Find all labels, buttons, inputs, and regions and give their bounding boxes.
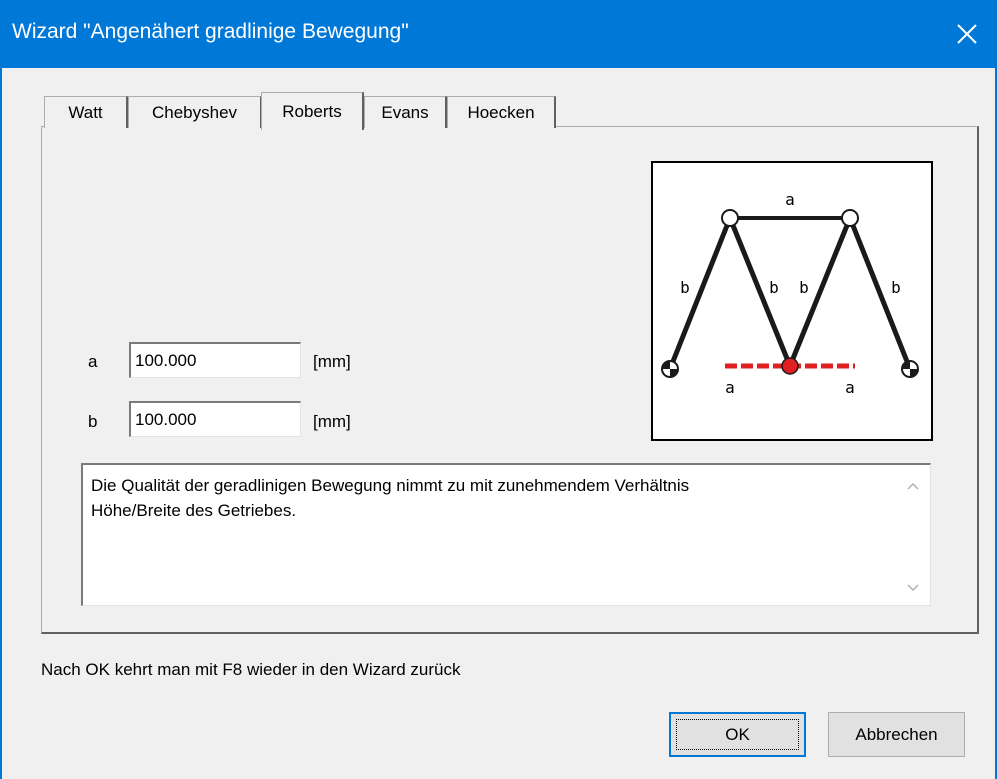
link-right <box>847 217 913 370</box>
tab-watt[interactable]: Watt <box>44 96 128 128</box>
cancel-button-label: Abbrechen <box>855 724 938 744</box>
field-b-input[interactable] <box>129 401 301 437</box>
field-b-unit: [mm] <box>313 412 351 431</box>
window-title: Wizard "Angenähert gradlinige Bewegung" <box>12 20 409 43</box>
label-bottom-a-left: a <box>725 378 735 397</box>
focus-rectangle <box>676 719 799 750</box>
tab-label: Hoecken <box>467 102 535 122</box>
label-b-1: b <box>680 278 690 297</box>
coupler-point <box>781 357 799 375</box>
joint-top-right <box>841 209 859 227</box>
window-border-left <box>0 68 2 779</box>
close-icon <box>957 24 977 44</box>
ground-pivot-left-icon <box>661 360 679 378</box>
ground-pivot-right-icon <box>901 360 919 378</box>
tab-label: Roberts <box>282 101 342 121</box>
tab-label: Watt <box>68 102 103 122</box>
link-left <box>667 217 733 370</box>
tab-roberts[interactable]: Roberts <box>261 92 364 130</box>
label-top-a: a <box>785 190 795 209</box>
scroll-up-icon[interactable] <box>905 479 921 495</box>
link-mid-left <box>727 217 793 367</box>
label-b-4: b <box>891 278 901 297</box>
memo-scrollbar[interactable] <box>896 465 930 605</box>
tab-label: Evans <box>381 102 429 122</box>
field-a-label: a <box>88 352 98 371</box>
joint-top-left <box>721 209 739 227</box>
tab-chebyshev[interactable]: Chebyshev <box>128 96 262 128</box>
field-a-unit: [mm] <box>313 352 351 371</box>
label-b-3: b <box>799 278 809 297</box>
close-button[interactable] <box>937 0 997 68</box>
memo-line-1: Die Qualität der geradlinigen Bewegung n… <box>91 476 690 495</box>
cancel-button[interactable]: Abbrechen <box>828 712 965 757</box>
memo-line-2: Höhe/Breite des Getriebes. <box>91 501 297 520</box>
tab-hoecken[interactable]: Hoecken <box>447 96 556 128</box>
tab-label: Chebyshev <box>151 102 238 122</box>
field-a-input[interactable] <box>129 342 301 378</box>
linkage-svg: a b b b b a a <box>661 190 919 397</box>
label-b-2: b <box>769 278 779 297</box>
label-bottom-a-right: a <box>845 378 855 397</box>
hint-text: Nach OK kehrt man mit F8 wieder in den W… <box>41 660 461 679</box>
memo-text: Die Qualität der geradlinigen Bewegung n… <box>91 473 891 523</box>
description-memo[interactable]: Die Qualität der geradlinigen Bewegung n… <box>81 463 931 606</box>
scroll-down-icon[interactable] <box>905 581 921 597</box>
roberts-linkage-diagram: a b b b b a a <box>651 161 933 441</box>
title-bar: Wizard "Angenähert gradlinige Bewegung" <box>0 0 997 68</box>
ok-button[interactable]: OK <box>669 712 806 757</box>
field-b-label: b <box>88 412 98 431</box>
tab-evans[interactable]: Evans <box>364 96 447 128</box>
